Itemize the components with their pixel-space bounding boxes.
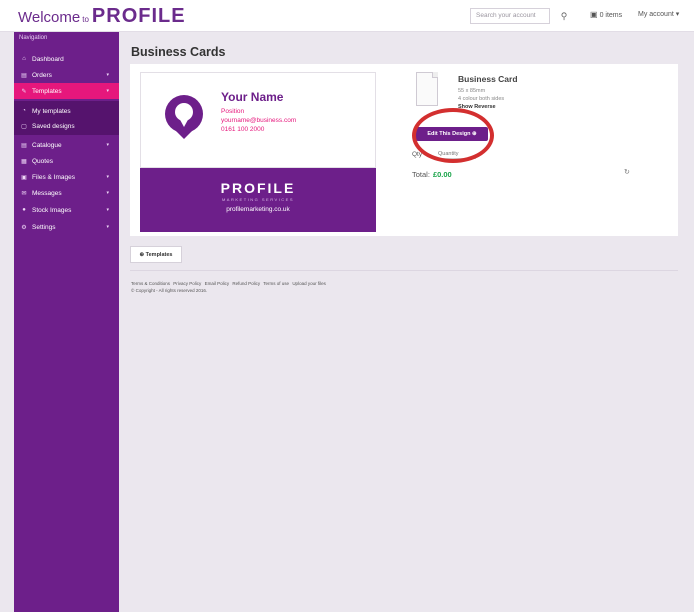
sidebar-item-files-images[interactable]: ▣ Files & Images ▾ [14, 169, 119, 185]
welcome-to-text: to [82, 15, 89, 24]
footer-links: Terms & Conditions Privacy Policy Email … [131, 281, 328, 286]
product-colour: 4 colour both sides [458, 96, 505, 102]
sidebar: Navigation ⌂ Dashboard ▤ Orders ▾ ✎ Temp… [14, 32, 119, 612]
quantity-field[interactable] [438, 149, 476, 159]
welcome-text: Welcome [18, 9, 81, 26]
sidebar-item-label: Orders [32, 71, 52, 79]
divider [130, 270, 678, 271]
stock-images-icon: ● [22, 207, 26, 213]
copyright-text: © Copyright - All rights reserved 2016. [131, 288, 208, 293]
sidebar-item-label: My templates [32, 107, 71, 115]
card-front: Your Name Position yourname@business.com… [140, 72, 376, 168]
footer-link-upload[interactable]: Upload your files [292, 281, 326, 286]
templates-button[interactable]: ⊕ Templates [130, 246, 182, 263]
sidebar-item-catalogue[interactable]: ▤ Catalogue ▾ [14, 137, 119, 153]
product-size: 55 x 85mm [458, 88, 486, 94]
my-templates-icon: ◔ [22, 108, 26, 114]
location-pin-icon [165, 95, 203, 133]
product-panel: Your Name Position yourname@business.com… [130, 64, 678, 236]
edit-design-button[interactable]: Edit This Design ⊕ [416, 127, 488, 141]
sidebar-item-label: Stock Images [32, 206, 72, 214]
footer-link-refund[interactable]: Refund Policy [232, 281, 260, 286]
order-total: Total: £0.00 [412, 170, 452, 179]
orders-icon: ▤ [21, 72, 27, 79]
sidebar-item-label: Saved designs [32, 122, 75, 130]
card-name: Your Name [221, 90, 284, 104]
card-position: Position [221, 108, 245, 115]
cart-button[interactable]: ▣ 0 items [590, 10, 622, 19]
files-icon: ▣ [21, 174, 27, 181]
footer-link-terms-of-use[interactable]: Terms of use [263, 281, 289, 286]
sidebar-item-quotes[interactable]: ▦ Quotes [14, 153, 119, 169]
footer-link-privacy[interactable]: Privacy Policy [173, 281, 201, 286]
sidebar-item-settings[interactable]: ⚙ Settings ▾ [14, 219, 119, 235]
cart-label: 0 items [599, 12, 623, 19]
chevron-down-icon: ▾ [106, 174, 109, 180]
sidebar-item-messages[interactable]: ✉ Messages ▾ [14, 185, 119, 201]
sidebar-item-my-templates[interactable]: ◔ My templates [14, 103, 119, 119]
card-phone: 0161 100 2000 [221, 126, 265, 133]
footer-link-terms[interactable]: Terms & Conditions [131, 281, 170, 286]
chevron-down-icon: ▾ [106, 72, 109, 78]
card-email: yourname@business.com [221, 117, 297, 124]
card-back-website: profilemarketing.co.uk [226, 206, 290, 213]
chevron-down-icon: ▾ [106, 190, 109, 196]
chevron-down-icon: ▾ [106, 88, 109, 94]
chevron-down-icon: ▾ [106, 142, 109, 148]
sidebar-item-label: Settings [32, 223, 56, 231]
dashboard-icon: ⌂ [22, 56, 26, 62]
sidebar-item-label: Dashboard [32, 55, 64, 63]
cart-icon: ▣ [590, 10, 598, 19]
quotes-icon: ▦ [21, 158, 27, 165]
sidebar-item-dashboard[interactable]: ⌂ Dashboard [14, 51, 119, 67]
total-amount: £0.00 [432, 170, 452, 179]
card-back: PROFILE MARKETING SERVICES profilemarket… [140, 168, 376, 232]
brand-logo[interactable]: Welcome to PROFILE [18, 5, 186, 27]
profile-logo: PROFILE [91, 5, 186, 27]
sidebar-heading: Navigation [19, 35, 48, 41]
product-title: Business Card [458, 74, 518, 84]
my-account-menu[interactable]: My account ▾ [638, 10, 679, 18]
sidebar-item-label: Templates [32, 87, 62, 95]
messages-icon: ✉ [21, 190, 27, 197]
sidebar-item-label: Catalogue [32, 141, 62, 149]
quantity-label: Qty [412, 151, 423, 158]
business-card-preview[interactable]: Your Name Position yourname@business.com… [140, 72, 376, 232]
sidebar-item-templates[interactable]: ✎ Templates ▾ [14, 83, 119, 99]
refresh-icon[interactable]: ↻ [624, 168, 630, 176]
templates-submenu: ◔ My templates ▢ Saved designs [14, 101, 119, 135]
sidebar-item-label: Messages [32, 189, 62, 197]
total-label: Total: [412, 170, 430, 179]
settings-icon: ⚙ [21, 224, 27, 231]
top-bar: Welcome to PROFILE Search your account ⚲… [0, 0, 694, 32]
sidebar-item-label: Quotes [32, 157, 53, 165]
sidebar-item-label: Files & Images [32, 173, 75, 181]
search-input[interactable]: Search your account [470, 8, 550, 24]
chevron-down-icon: ▾ [106, 207, 109, 213]
sidebar-item-saved-designs[interactable]: ▢ Saved designs [14, 118, 119, 134]
card-back-logo: PROFILE [220, 180, 296, 196]
saved-designs-icon: ▢ [21, 123, 27, 130]
catalogue-icon: ▤ [21, 142, 27, 149]
card-back-subtitle: MARKETING SERVICES [221, 197, 295, 202]
page-title: Business Cards [131, 45, 226, 59]
footer-link-email[interactable]: Email Policy [205, 281, 230, 286]
sidebar-item-orders[interactable]: ▤ Orders ▾ [14, 67, 119, 83]
search-icon[interactable]: ⚲ [558, 9, 570, 23]
templates-icon: ✎ [21, 88, 27, 95]
chevron-down-icon: ▾ [106, 224, 109, 230]
sidebar-item-stock-images[interactable]: ● Stock Images ▾ [14, 202, 119, 218]
product-thumbnail-icon [416, 72, 438, 106]
show-reverse-link[interactable]: Show Reverse [458, 104, 496, 110]
